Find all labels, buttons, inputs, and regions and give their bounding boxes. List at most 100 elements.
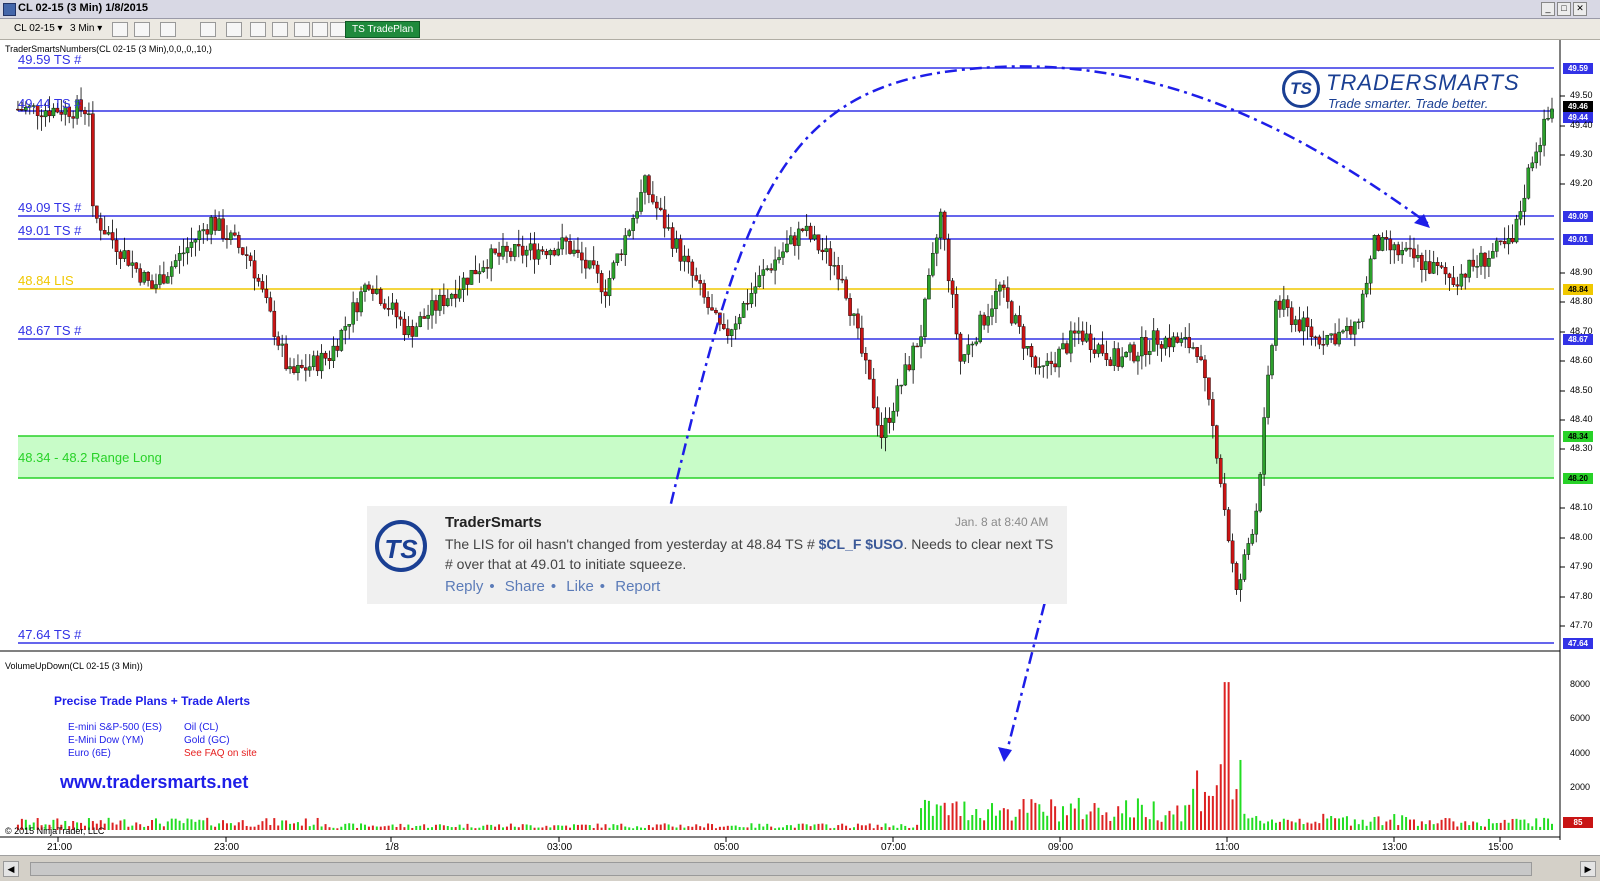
candle-body <box>639 192 643 212</box>
candle-body <box>87 113 91 115</box>
candle-body <box>311 355 316 367</box>
volume-bar <box>344 823 347 830</box>
candle-body <box>1084 333 1089 342</box>
tag-last-price: 49.46 <box>1563 101 1593 112</box>
scroll-thumb[interactable] <box>30 862 1532 876</box>
candle-body <box>1333 333 1337 345</box>
maximize-button[interactable]: □ <box>1557 2 1571 16</box>
bar-type-icon[interactable] <box>112 22 128 37</box>
candle-body <box>568 241 572 254</box>
candle-body <box>828 248 833 266</box>
tradeplan-button[interactable]: TS TradePlan <box>345 21 421 38</box>
volume-bar <box>1361 819 1364 830</box>
price-tick: 48.00 <box>1570 532 1593 542</box>
candle-body <box>591 260 596 266</box>
candle-body <box>209 217 213 235</box>
volume-bar <box>967 820 970 830</box>
candle-body <box>1128 344 1132 353</box>
candle-body <box>532 243 537 260</box>
volume-bar <box>1211 795 1214 830</box>
candle-body <box>272 310 277 337</box>
post-tickers[interactable]: $CL_F $USO <box>819 536 904 552</box>
volume-bar <box>620 823 623 830</box>
like-link[interactable]: Like <box>566 578 594 595</box>
candle-body <box>355 302 359 313</box>
zoom-icon[interactable] <box>226 22 242 37</box>
snapshot-icon[interactable] <box>330 22 346 37</box>
volume-bar <box>991 803 994 830</box>
candle-body <box>793 235 797 246</box>
volume-bar <box>1472 821 1475 830</box>
candle-body <box>584 259 588 269</box>
pencil-icon[interactable] <box>134 22 150 37</box>
candle-body <box>524 249 529 256</box>
volume-bar <box>994 815 997 830</box>
candle-body <box>256 277 261 282</box>
post-avatar[interactable]: TS <box>375 520 427 572</box>
instrument-selector[interactable]: CL 02-15 ▾ <box>14 21 63 36</box>
volume-bar <box>1551 823 1553 830</box>
close-button[interactable]: ✕ <box>1573 2 1587 16</box>
volume-bar <box>1227 682 1230 830</box>
volume-bar <box>813 824 816 830</box>
volume-bar <box>324 824 327 830</box>
volume-bar <box>1282 818 1285 830</box>
volume-bar <box>399 823 402 830</box>
candle-body <box>745 302 750 305</box>
volume-bar <box>1121 813 1124 830</box>
volume-bar <box>1452 821 1455 830</box>
candle-body <box>1191 347 1195 349</box>
price-chart[interactable] <box>0 40 1600 855</box>
scroll-left-arrow[interactable]: ◀ <box>3 861 19 877</box>
candle-body <box>1345 325 1349 332</box>
reply-link[interactable]: Reply <box>445 578 483 595</box>
crosshair-icon[interactable] <box>160 22 176 37</box>
candle-body <box>1021 326 1026 349</box>
volume-bar <box>774 828 777 830</box>
candle-body <box>1088 333 1093 350</box>
candle-body <box>860 327 864 354</box>
volume-bar <box>612 824 615 830</box>
candle-body <box>1384 237 1389 240</box>
candle-body <box>414 326 419 337</box>
promo-faq[interactable]: See FAQ on site <box>184 748 257 759</box>
candle-body <box>942 211 947 240</box>
cursor-icon[interactable] <box>200 22 216 37</box>
candle-body <box>47 110 52 117</box>
data-box-icon[interactable] <box>312 22 328 37</box>
share-link[interactable]: Share <box>505 578 545 595</box>
candle-body <box>1218 458 1223 484</box>
report-link[interactable]: Report <box>615 578 660 595</box>
volume-bar <box>1109 820 1112 830</box>
candle-body <box>95 205 99 219</box>
candle-body <box>958 333 963 362</box>
post-author[interactable]: TraderSmarts <box>445 514 542 531</box>
tag-49-09: 49.09 <box>1563 211 1593 222</box>
candle-body <box>1420 255 1424 270</box>
candle-body <box>1065 343 1069 354</box>
strategies-icon[interactable] <box>272 22 288 37</box>
volume-bar <box>135 822 138 830</box>
scroll-right-arrow[interactable]: ▶ <box>1580 861 1596 877</box>
candle-body <box>1163 337 1168 349</box>
candle-body <box>268 297 273 312</box>
volume-bar <box>1515 818 1518 830</box>
website-link[interactable]: www.tradersmarts.net <box>60 772 248 793</box>
volume-bar <box>675 827 678 830</box>
volume-bar <box>190 819 193 830</box>
candle-body <box>327 358 332 361</box>
candle-body <box>1025 346 1030 349</box>
chart-properties-icon[interactable] <box>294 22 310 37</box>
volume-bar <box>304 818 307 830</box>
minimize-button[interactable]: _ <box>1541 2 1555 16</box>
candle-body <box>453 293 458 299</box>
indicators-icon[interactable] <box>250 22 266 37</box>
post-timestamp[interactable]: Jan. 8 at 8:40 AM <box>955 515 1048 529</box>
candle-body <box>1289 307 1294 325</box>
interval-selector[interactable]: 3 Min ▾ <box>70 21 102 36</box>
volume-bar <box>1065 815 1068 830</box>
candle-body <box>1002 284 1006 288</box>
horizontal-scrollbar[interactable]: ◀ ▶ <box>0 855 1600 881</box>
app-icon <box>3 3 16 16</box>
price-tick: 48.80 <box>1570 296 1593 306</box>
